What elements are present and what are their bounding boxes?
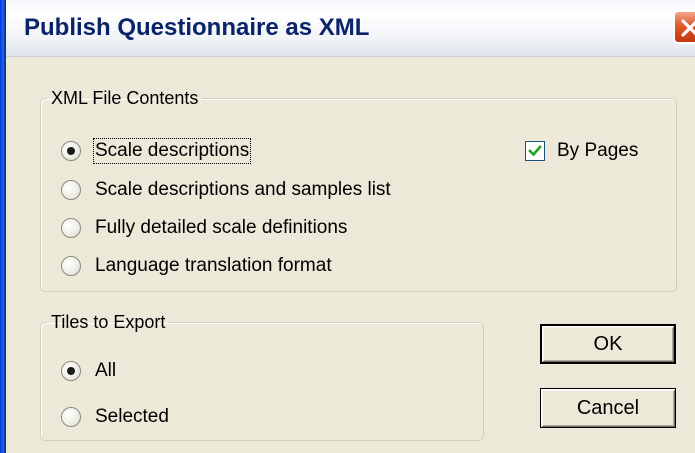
- radio-scale-descriptions-samples[interactable]: Scale descriptions and samples list: [61, 176, 391, 204]
- radio-label: Selected: [95, 406, 169, 427]
- tiles-to-export-group: Tiles to Export All Selected: [40, 312, 484, 441]
- close-button[interactable]: [673, 10, 695, 44]
- radio-label: Scale descriptions and samples list: [95, 179, 391, 200]
- radio-scale-descriptions[interactable]: Scale descriptions: [61, 137, 252, 165]
- radio-fully-detailed[interactable]: Fully detailed scale definitions: [61, 214, 347, 242]
- checkbox[interactable]: [525, 141, 545, 161]
- radio-label: Language translation format: [95, 255, 332, 276]
- radio-button[interactable]: [61, 407, 81, 427]
- xml-file-contents-group: XML File Contents Scale descriptions Sca…: [40, 88, 677, 292]
- publish-xml-dialog: Publish Questionnaire as XML XML File Co…: [0, 0, 695, 453]
- checkbox-label: By Pages: [557, 140, 639, 161]
- checkmark-icon: [528, 145, 542, 157]
- radio-selected[interactable]: Selected: [61, 403, 169, 431]
- radio-label: All: [95, 360, 117, 381]
- radio-button-checked[interactable]: [61, 141, 81, 161]
- cancel-button[interactable]: Cancel: [540, 388, 676, 428]
- tiles-to-export-legend: Tiles to Export: [51, 312, 166, 332]
- title-bar[interactable]: Publish Questionnaire as XML: [6, 0, 695, 57]
- xml-file-contents-legend: XML File Contents: [51, 88, 199, 108]
- radio-label: Scale descriptions: [92, 138, 252, 164]
- window-title: Publish Questionnaire as XML: [24, 14, 370, 41]
- radio-label: Fully detailed scale definitions: [95, 217, 348, 238]
- radio-button[interactable]: [61, 218, 81, 238]
- radio-button-checked[interactable]: [61, 361, 81, 381]
- radio-all[interactable]: All: [61, 357, 116, 385]
- radio-button[interactable]: [61, 180, 81, 200]
- by-pages-checkbox[interactable]: By Pages: [525, 137, 638, 165]
- radio-button[interactable]: [61, 256, 81, 276]
- radio-language-translation[interactable]: Language translation format: [61, 252, 332, 280]
- ok-button[interactable]: OK: [540, 324, 676, 364]
- window-border: [0, 0, 6, 453]
- close-icon: [681, 19, 695, 37]
